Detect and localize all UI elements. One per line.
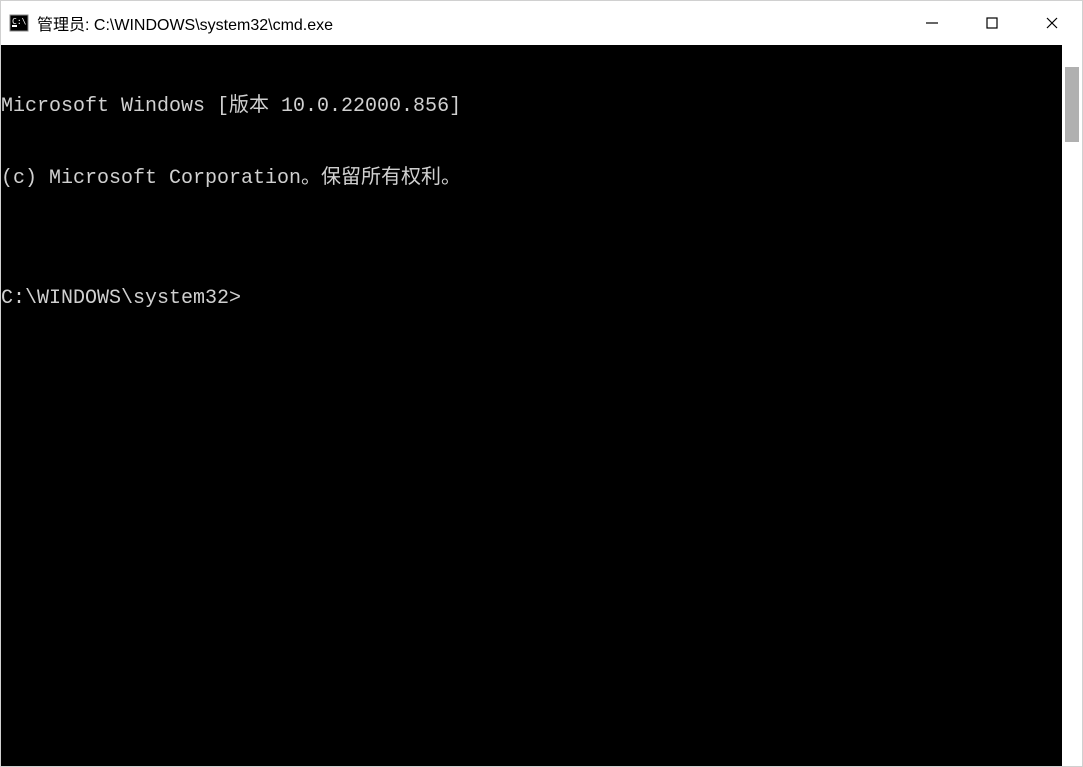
cmd-window: C:\ 管理员: C:\WINDOWS\system32\cmd.exe [0, 0, 1083, 767]
svg-text:C:\: C:\ [12, 17, 27, 26]
terminal-output-line: (c) Microsoft Corporation。保留所有权利。 [1, 167, 1062, 191]
terminal-output-line: Microsoft Windows [版本 10.0.22000.856] [1, 95, 1062, 119]
scrollbar-thumb[interactable] [1065, 67, 1079, 142]
terminal[interactable]: Microsoft Windows [版本 10.0.22000.856] (c… [1, 45, 1062, 766]
minimize-button[interactable] [902, 1, 962, 45]
scrollbar[interactable] [1062, 45, 1082, 766]
window-title: 管理员: C:\WINDOWS\system32\cmd.exe [37, 11, 902, 35]
window-controls [902, 1, 1082, 45]
close-button[interactable] [1022, 1, 1082, 45]
terminal-container: Microsoft Windows [版本 10.0.22000.856] (c… [1, 45, 1082, 766]
minimize-icon [925, 16, 939, 30]
titlebar[interactable]: C:\ 管理员: C:\WINDOWS\system32\cmd.exe [1, 1, 1082, 45]
maximize-button[interactable] [962, 1, 1022, 45]
terminal-prompt-line: C:\WINDOWS\system32> [1, 287, 1062, 311]
maximize-icon [985, 16, 999, 30]
cmd-icon: C:\ [9, 13, 29, 33]
close-icon [1045, 16, 1059, 30]
terminal-prompt: C:\WINDOWS\system32> [1, 287, 241, 311]
